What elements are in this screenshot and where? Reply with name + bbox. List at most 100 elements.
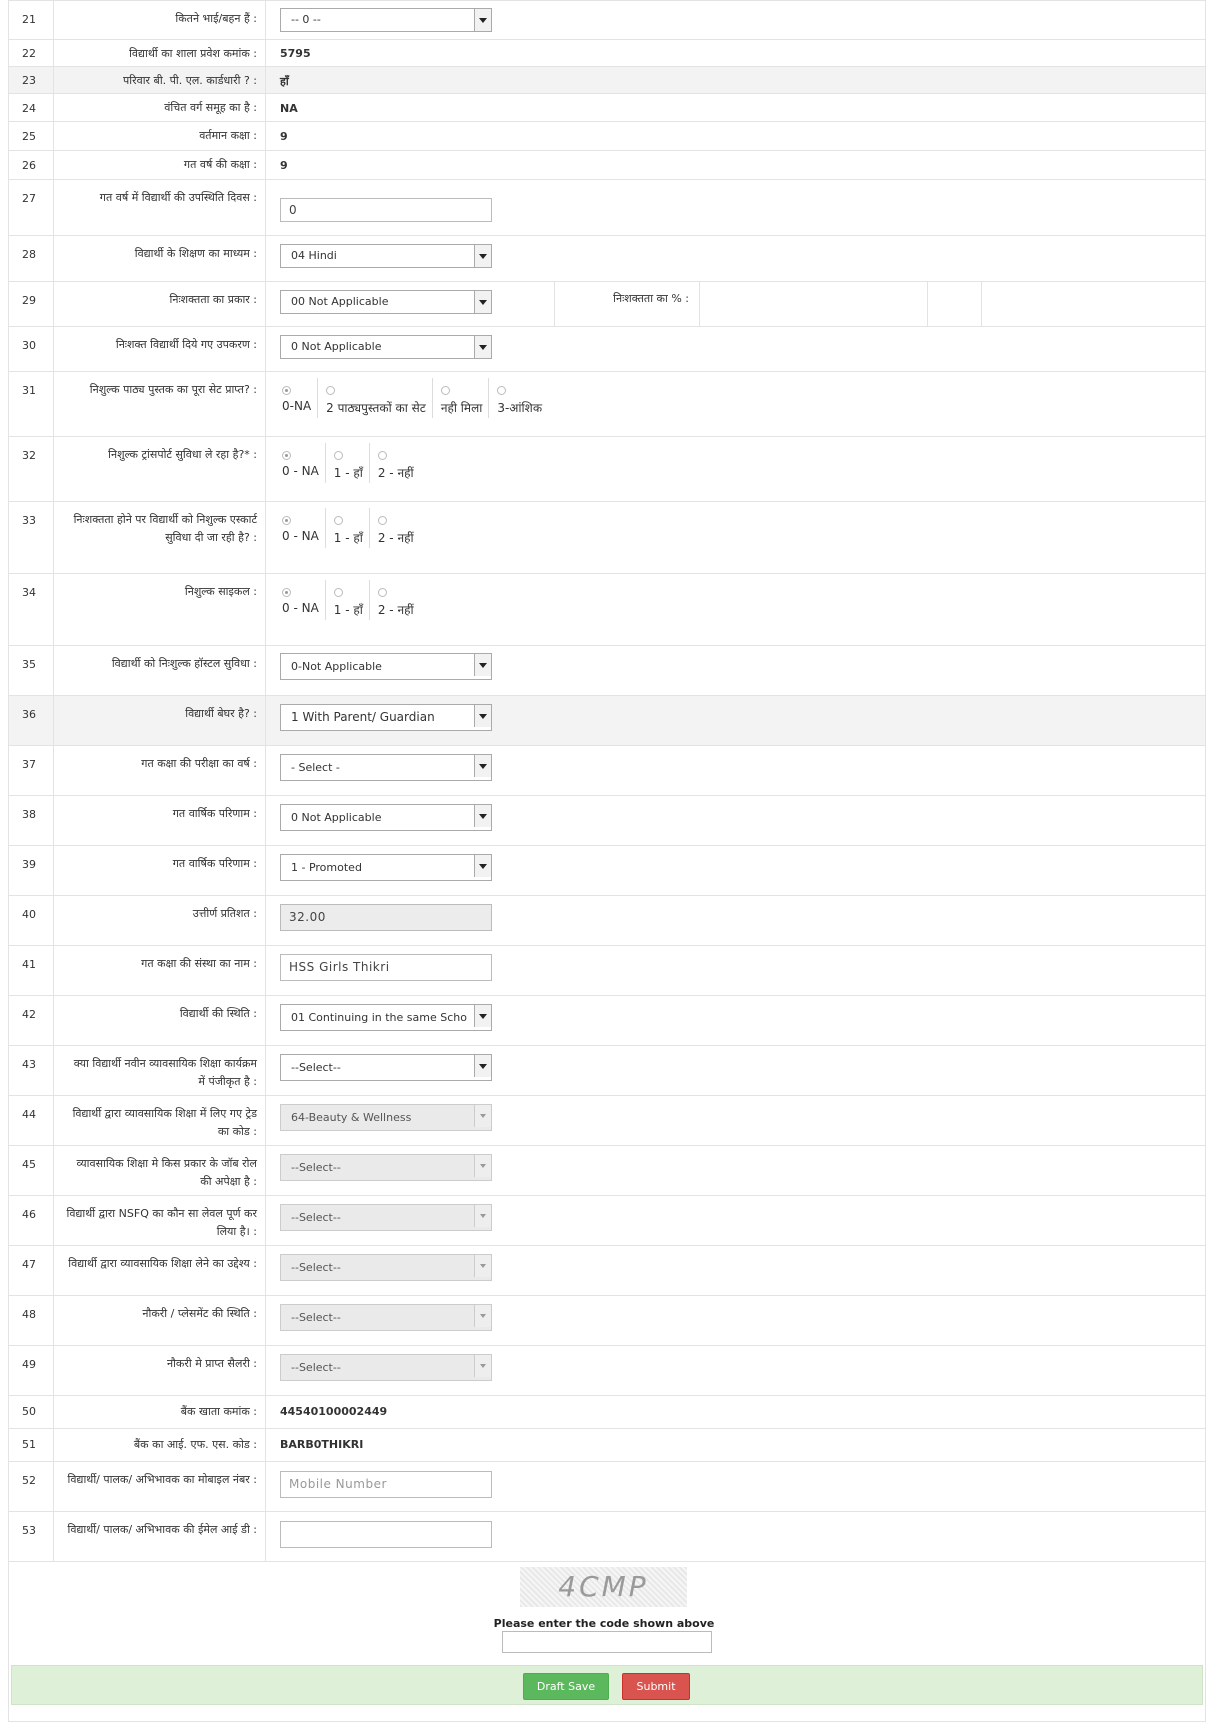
transport-option-na[interactable]: 0 - NA: [274, 443, 325, 483]
hostel-select[interactable]: 0-Not Applicable: [280, 653, 492, 680]
free-books-option-na[interactable]: 0-NA: [274, 378, 317, 418]
annual-result-label: गत वार्षिक परिणाम :: [54, 796, 266, 845]
vocational-enrolled-select[interactable]: --Select--: [280, 1054, 492, 1081]
pass-percent-input[interactable]: 32.00: [280, 904, 492, 931]
row-number: 21: [9, 1, 54, 39]
previous-institution-label: गत कक्षा की संस्था का नाम :: [54, 946, 266, 995]
chevron-down-icon: [474, 1355, 491, 1377]
escort-option-no[interactable]: 2 - नहीं: [368, 508, 420, 548]
form-row-47: 47 विद्यार्थी द्वारा व्यावसायिक शिक्षा ल…: [8, 1246, 1206, 1296]
form-row-49: 49 नौकरी मे प्राप्त सैलरी : --Select--: [8, 1346, 1206, 1396]
bank-account-value: 44540100002449: [280, 1405, 388, 1418]
student-status-label: विद्यार्थी की स्थिति :: [54, 996, 266, 1045]
free-transport-label: निशुल्क ट्रांसपोर्ट सुविधा ले रहा है?* :: [54, 437, 266, 501]
row-number: 31: [9, 372, 54, 436]
bank-account-label: बैंक खाता कमांक :: [54, 1396, 266, 1428]
captcha-input[interactable]: [502, 1631, 712, 1653]
radio-icon: [333, 588, 343, 597]
row-number: 51: [9, 1429, 54, 1461]
trade-code-select[interactable]: 64-Beauty & Wellness: [280, 1104, 492, 1131]
medium-select[interactable]: 04 Hindi: [280, 244, 492, 268]
captcha-label: Please enter the code shown above: [493, 1617, 715, 1630]
free-books-option-not-received[interactable]: नही मिला: [431, 378, 488, 418]
last-year-class-label: गत वर्ष की कक्षा :: [54, 151, 266, 179]
transport-option-no[interactable]: 2 - नहीं: [368, 443, 420, 483]
escort-option-na[interactable]: 0 - NA: [274, 508, 325, 548]
chevron-down-icon: [474, 755, 491, 777]
exam-year-select[interactable]: - Select -: [280, 754, 492, 781]
draft-save-button[interactable]: Draft Save: [523, 1673, 609, 1700]
row-number: 53: [9, 1512, 54, 1561]
escort-option-yes[interactable]: 1 - हाँ: [324, 508, 369, 548]
attendance-days-input[interactable]: 0: [280, 198, 492, 222]
disability-equipment-label: निःशक्त विद्यार्थी दिये गए उपकरण :: [54, 327, 266, 371]
form-row-27: 27 गत वर्ष में विद्यार्थी की उपस्थिति दि…: [8, 180, 1206, 236]
student-status-select[interactable]: 01 Continuing in the same Scho: [280, 1004, 492, 1031]
cycle-option-no[interactable]: 2 - नहीं: [368, 580, 420, 620]
homeless-label: विद्यार्थी बेघर है? :: [54, 696, 266, 745]
bpl-value: हाँ: [280, 75, 289, 88]
form-row-22: 22 विद्यार्थी का शाला प्रवेश कमांक : 579…: [8, 40, 1206, 67]
free-books-option-set[interactable]: 2 पाठ्यपुस्तकों का सेट: [317, 378, 432, 418]
attendance-days-label: गत वर्ष में विद्यार्थी की उपस्थिति दिवस …: [54, 180, 266, 235]
radio-icon: [282, 451, 291, 460]
row-number: 39: [9, 846, 54, 895]
current-class-label: वर्तमान कक्षा :: [54, 122, 266, 150]
admission-number-label: विद्यार्थी का शाला प्रवेश कमांक :: [54, 40, 266, 66]
placement-status-label: नौकरी / प्लेसमेंट की स्थिति :: [54, 1296, 266, 1345]
form-row-35: 35 विद्यार्थी को निःशुल्क हॉस्टल सुविधा …: [8, 646, 1206, 696]
salary-label: नौकरी मे प्राप्त सैलरी :: [54, 1346, 266, 1395]
form-row-40: 40 उत्तीर्ण प्रतिशत : 32.00: [8, 896, 1206, 946]
free-books-option-partial[interactable]: 3-आंशिक: [488, 378, 548, 418]
row-number: 35: [9, 646, 54, 695]
row-number: 23: [9, 67, 54, 93]
cycle-option-yes[interactable]: 1 - हाँ: [324, 580, 369, 620]
radio-icon: [377, 451, 387, 460]
salary-select[interactable]: --Select--: [280, 1354, 492, 1381]
placement-status-select[interactable]: --Select--: [280, 1304, 492, 1331]
mobile-input[interactable]: Mobile Number: [280, 1471, 492, 1498]
disability-type-select[interactable]: 00 Not Applicable: [280, 290, 492, 314]
row-number: 40: [9, 896, 54, 945]
annual-result-select[interactable]: 0 Not Applicable: [280, 804, 492, 831]
radio-icon: [326, 386, 336, 395]
radio-icon: [440, 386, 450, 395]
row-number: 44: [9, 1096, 54, 1145]
row-number: 33: [9, 502, 54, 573]
row-number: 24: [9, 94, 54, 121]
chevron-down-icon: [474, 245, 491, 267]
chevron-down-icon: [474, 1055, 491, 1077]
row-number: 48: [9, 1296, 54, 1345]
chevron-down-icon: [474, 1205, 491, 1227]
form-row-45: 45 व्यावसायिक शिक्षा मे किस प्रकार के जॉ…: [8, 1146, 1206, 1196]
form-row-33: 33 निःशक्तता होने पर विद्यार्थी को निशुल…: [8, 502, 1206, 574]
homeless-select[interactable]: 1 With Parent/ Guardian: [280, 704, 492, 731]
job-role-select[interactable]: --Select--: [280, 1154, 492, 1181]
nsfq-level-select[interactable]: --Select--: [280, 1204, 492, 1231]
vocational-purpose-select[interactable]: --Select--: [280, 1254, 492, 1281]
chevron-down-icon: [474, 805, 491, 827]
deprived-group-value: NA: [280, 102, 298, 115]
vocational-enrolled-label: क्या विद्यार्थी नवीन व्यावसायिक शिक्षा क…: [54, 1046, 266, 1095]
free-books-label: निशुल्क पाठ्य पुस्तक का पूरा सेट प्राप्त…: [54, 372, 266, 436]
transport-option-yes[interactable]: 1 - हाँ: [324, 443, 369, 483]
deprived-group-label: वंचित वर्ग समूह का है :: [54, 94, 266, 121]
submit-button[interactable]: Submit: [622, 1673, 690, 1700]
row-number: 38: [9, 796, 54, 845]
siblings-select[interactable]: -- 0 --: [280, 8, 492, 32]
disability-equipment-select[interactable]: 0 Not Applicable: [280, 335, 492, 359]
cycle-option-na[interactable]: 0 - NA: [274, 580, 325, 620]
radio-icon: [377, 516, 387, 525]
previous-institution-input[interactable]: HSS Girls Thikri: [280, 954, 492, 981]
row-number: 43: [9, 1046, 54, 1095]
radio-icon: [377, 588, 387, 597]
row-number: 46: [9, 1196, 54, 1245]
ifsc-value: BARB0THIKRI: [280, 1438, 364, 1451]
form-row-26: 26 गत वर्ष की कक्षा : 9: [8, 151, 1206, 180]
email-input[interactable]: [280, 1521, 492, 1548]
row-number: 50: [9, 1396, 54, 1428]
form-row-43: 43 क्या विद्यार्थी नवीन व्यावसायिक शिक्ष…: [8, 1046, 1206, 1096]
form-row-46: 46 विद्यार्थी द्वारा NSFQ का कौन सा लेवल…: [8, 1196, 1206, 1246]
annual-result-2-select[interactable]: 1 - Promoted: [280, 854, 492, 881]
row-number: 49: [9, 1346, 54, 1395]
